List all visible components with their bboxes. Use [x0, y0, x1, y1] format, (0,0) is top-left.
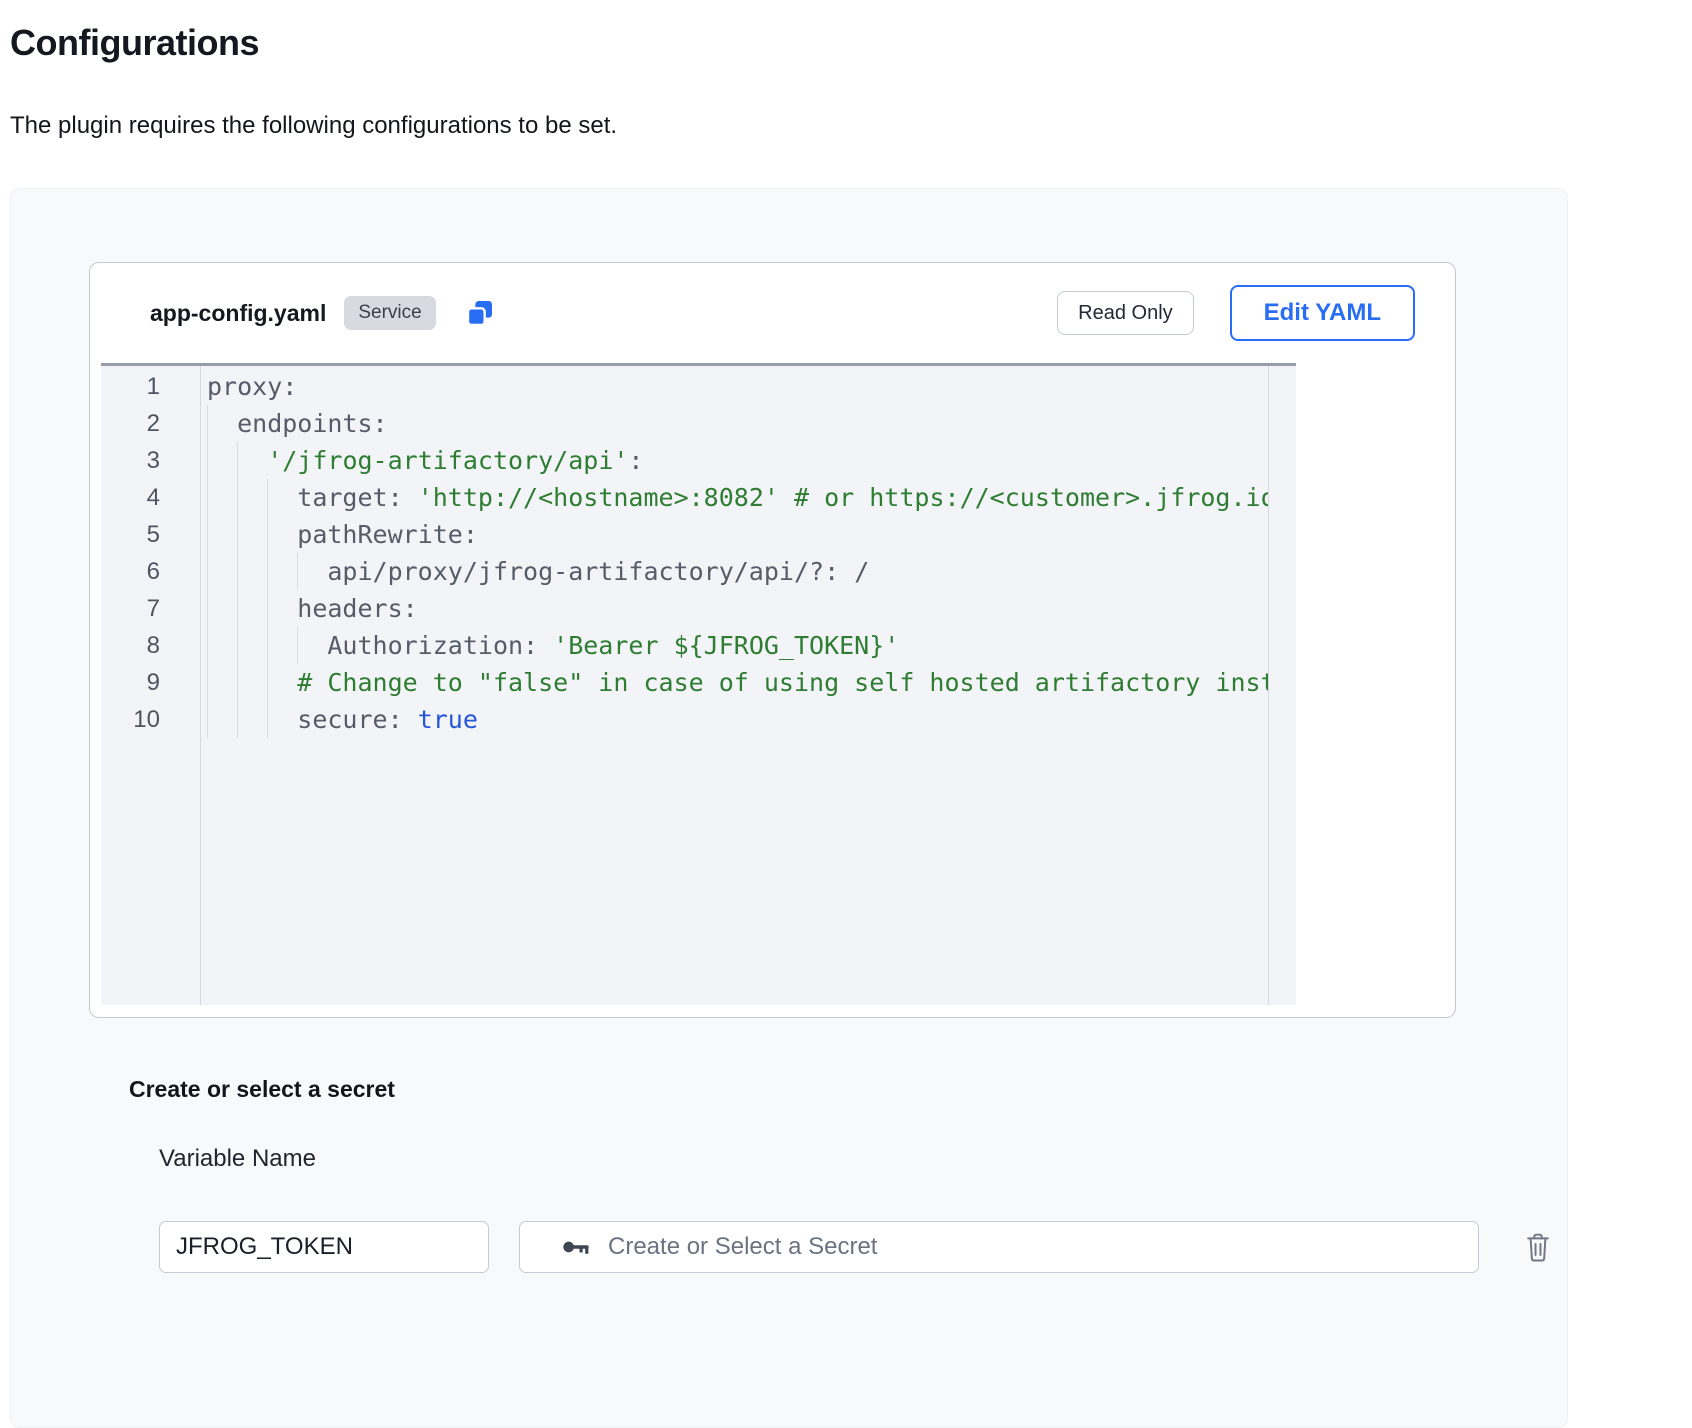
page-subtitle: The plugin requires the following config…: [10, 112, 1692, 140]
indent-guide: [237, 627, 267, 664]
line-number: 10: [101, 701, 200, 738]
line-number: 7: [101, 590, 200, 627]
code-token: proxy:: [207, 372, 297, 401]
line-number: 4: [101, 479, 200, 516]
code-token: target:: [297, 483, 402, 512]
editor-scrollbar[interactable]: [1268, 366, 1296, 1005]
indent-guide: [207, 627, 237, 664]
indent-guide: [297, 553, 327, 590]
secret-section-heading: Create or select a secret: [129, 1076, 1567, 1103]
indent-guide: [267, 516, 297, 553]
indent-guide: [237, 442, 267, 479]
variable-name-input[interactable]: [159, 1221, 489, 1273]
line-number: 5: [101, 516, 200, 553]
indent-guide: [297, 627, 327, 664]
indent-guide: [267, 664, 297, 701]
code-token: [403, 705, 418, 734]
code-token: [538, 631, 553, 660]
variable-name-label: Variable Name: [159, 1145, 1567, 1173]
code-token: [403, 483, 418, 512]
indent-guide: [207, 516, 237, 553]
line-number: 9: [101, 664, 200, 701]
code-line: # Change to "false" in case of using sel…: [207, 664, 1268, 701]
indent-guide: [207, 442, 237, 479]
line-number: 2: [101, 405, 200, 442]
indent-guide: [267, 627, 297, 664]
configurations-panel: app-config.yaml Service Read Only Edit Y…: [10, 188, 1568, 1428]
indent-guide: [267, 701, 297, 738]
code-token: /: [854, 557, 869, 586]
code-token: endpoints:: [237, 409, 388, 438]
indent-guide: [207, 664, 237, 701]
code-token: secure:: [297, 705, 402, 734]
code-line: endpoints:: [207, 405, 1268, 442]
code-token: headers:: [297, 594, 417, 623]
code-line: '/jfrog-artifactory/api':: [207, 442, 1268, 479]
code-line: Authorization: 'Bearer ${JFROG_TOKEN}': [207, 627, 1268, 664]
line-number: 1: [101, 368, 200, 405]
config-filename: app-config.yaml: [150, 300, 326, 327]
indent-guide: [237, 701, 267, 738]
code-token: :: [628, 446, 643, 475]
indent-guide: [237, 479, 267, 516]
indent-guide: [267, 590, 297, 627]
indent-guide: [207, 553, 237, 590]
indent-guide: [267, 479, 297, 516]
secret-select[interactable]: Create or Select a Secret: [519, 1221, 1479, 1273]
key-icon: [560, 1231, 592, 1263]
code-token: true: [418, 705, 478, 734]
secret-select-placeholder: Create or Select a Secret: [608, 1233, 877, 1261]
trash-icon[interactable]: [1523, 1231, 1553, 1263]
line-number: 6: [101, 553, 200, 590]
code-line: headers:: [207, 590, 1268, 627]
code-line: api/proxy/jfrog-artifactory/api/?: /: [207, 553, 1268, 590]
line-number: 3: [101, 442, 200, 479]
code-token: 'Bearer ${JFROG_TOKEN}': [553, 631, 899, 660]
yaml-editor-card: app-config.yaml Service Read Only Edit Y…: [89, 262, 1456, 1018]
indent-guide: [207, 479, 237, 516]
indent-guide: [237, 553, 267, 590]
code-token: # Change to "false" in case of using sel…: [297, 668, 1268, 697]
code-line: secure: true: [207, 701, 1268, 738]
code-token: Authorization:: [327, 631, 538, 660]
code-token: api/proxy/jfrog-artifactory/api/?:: [327, 557, 839, 586]
code-token: [839, 557, 854, 586]
secret-row: Create or Select a Secret: [159, 1221, 1567, 1273]
indent-guide: [267, 553, 297, 590]
service-badge: Service: [344, 296, 435, 330]
code-line: target: 'http://<hostname>:8082' # or ht…: [207, 479, 1268, 516]
indent-guide: [237, 664, 267, 701]
code-line: pathRewrite:: [207, 516, 1268, 553]
code-token: pathRewrite:: [297, 520, 478, 549]
read-only-button[interactable]: Read Only: [1057, 291, 1194, 335]
code-token: [779, 483, 794, 512]
editor-gutter: 12345678910: [101, 366, 201, 1005]
line-number: 8: [101, 627, 200, 664]
yaml-code-editor[interactable]: 12345678910 proxy: endpoints: '/jfrog-arti…: [101, 363, 1296, 1005]
editor-code: proxy: endpoints: '/jfrog-artifactory/api'…: [201, 366, 1268, 1005]
code-token: # or https://<customer>.jfrog.io: [794, 483, 1268, 512]
edit-yaml-button[interactable]: Edit YAML: [1230, 285, 1415, 341]
indent-guide: [237, 590, 267, 627]
indent-guide: [207, 701, 237, 738]
indent-guide: [237, 516, 267, 553]
indent-guide: [207, 590, 237, 627]
configurations-page: Configurations The plugin requires the f…: [0, 22, 1692, 1428]
copy-icon[interactable]: [464, 297, 496, 329]
code-line: proxy:: [207, 368, 1268, 405]
page-title: Configurations: [10, 22, 1692, 64]
code-token: '/jfrog-artifactory/api': [267, 446, 628, 475]
indent-guide: [207, 405, 237, 442]
code-token: 'http://<hostname>:8082': [418, 483, 779, 512]
editor-header: app-config.yaml Service Read Only Edit Y…: [90, 263, 1455, 363]
